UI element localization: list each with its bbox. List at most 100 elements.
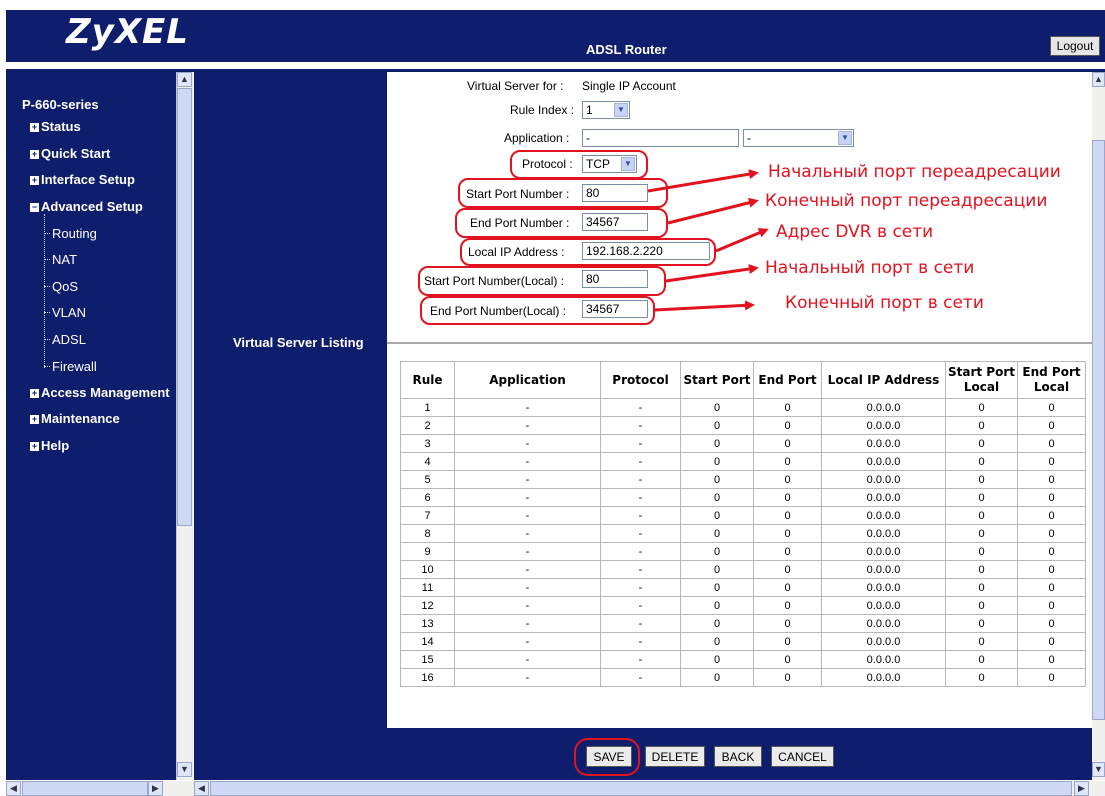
table-row: 5- -0 0 0.0.0.0 0 0 [400, 470, 1086, 489]
left-vertical-scrollbar[interactable]: ▲ ▼ [176, 72, 194, 780]
table-cell: 0 [753, 398, 822, 417]
table-cell: 10 [400, 560, 455, 579]
nav-item-status[interactable]: + Status [30, 119, 81, 134]
table-cell: 14 [400, 632, 455, 651]
table-cell: - [454, 416, 601, 435]
scroll-left-icon[interactable]: ◀ [194, 781, 209, 796]
table-cell: - [600, 650, 681, 669]
scroll-right-icon[interactable]: ▶ [1074, 781, 1089, 796]
col-header-protocol: Protocol [600, 361, 681, 399]
table-cell: - [600, 524, 681, 543]
table-cell: 0 [1017, 416, 1086, 435]
scroll-thumb[interactable] [210, 781, 1072, 796]
table-cell: 15 [400, 650, 455, 669]
col-header-rule: Rule [400, 361, 455, 399]
logout-button[interactable]: Logout [1050, 36, 1100, 56]
nav-subitem-adsl[interactable]: ADSL [52, 332, 86, 347]
delete-button[interactable]: DELETE [645, 746, 705, 767]
table-cell: 0 [1017, 578, 1086, 597]
table-cell: 0 [945, 434, 1018, 453]
table-cell: 0 [945, 506, 1018, 525]
table-cell: 0 [1017, 524, 1086, 543]
table-cell: 0 [680, 470, 754, 489]
save-button[interactable]: SAVE [586, 746, 632, 767]
back-button[interactable]: BACK [714, 746, 762, 767]
table-cell: 0.0.0.0 [821, 452, 946, 471]
nav-item-quick-start[interactable]: + Quick Start [30, 146, 110, 161]
cancel-button[interactable]: CANCEL [771, 746, 834, 767]
nav-subitem-routing[interactable]: Routing [52, 226, 97, 241]
table-cell: 0 [945, 452, 1018, 471]
scroll-up-icon[interactable]: ▲ [1092, 72, 1105, 87]
arrow-2 [667, 197, 759, 225]
table-cell: 0 [1017, 668, 1086, 687]
nav-item-advanced-setup[interactable]: − Advanced Setup [30, 199, 143, 214]
table-cell: - [454, 506, 601, 525]
nav-item-help[interactable]: + Help [30, 438, 69, 453]
tree-connector [44, 259, 50, 260]
nav-item-access-management[interactable]: + Access Management [30, 385, 176, 400]
right-vertical-scrollbar[interactable]: ▲ ▼ [1092, 72, 1105, 780]
table-cell: 0 [945, 668, 1018, 687]
table-cell: - [454, 542, 601, 561]
table-cell: 12 [400, 596, 455, 615]
table-row: 8- -0 0 0.0.0.0 0 0 [400, 524, 1086, 543]
table-cell: - [454, 560, 601, 579]
scroll-left-icon[interactable]: ◀ [6, 781, 21, 796]
table-cell: 0 [753, 434, 822, 453]
table-cell: 0 [680, 596, 754, 615]
table-cell: 5 [400, 470, 455, 489]
table-cell: 1 [400, 398, 455, 417]
application-input[interactable]: - [582, 129, 739, 147]
table-cell: - [454, 524, 601, 543]
table-cell: 0 [945, 578, 1018, 597]
scroll-right-icon[interactable]: ▶ [148, 781, 163, 796]
annotation-end-port-local: Конечный порт в сети [785, 293, 984, 313]
scroll-down-icon[interactable]: ▼ [1092, 762, 1105, 777]
table-cell: - [600, 434, 681, 453]
table-cell: 0 [680, 578, 754, 597]
table-row: 2- -0 0 0.0.0.0 0 0 [400, 416, 1086, 435]
right-horizontal-scrollbar[interactable]: ◀ ▶ [194, 781, 1105, 796]
table-cell: 0 [1017, 542, 1086, 561]
nav-subitem-qos[interactable]: QoS [52, 279, 78, 294]
application-select[interactable]: - ▼ [743, 129, 854, 147]
table-cell: 0 [753, 596, 822, 615]
virtual-server-for-label: Virtual Server for : [467, 79, 564, 93]
table-cell: 0 [1017, 596, 1086, 615]
table-cell: 0 [753, 506, 822, 525]
table-cell: 0.0.0.0 [821, 470, 946, 489]
page-title: ADSL Router [586, 42, 667, 57]
scroll-thumb[interactable] [1092, 140, 1105, 720]
table-cell: 0 [753, 416, 822, 435]
scroll-down-icon[interactable]: ▼ [177, 762, 192, 777]
scroll-up-icon[interactable]: ▲ [177, 72, 192, 87]
table-cell: 4 [400, 452, 455, 471]
table-cell: - [600, 398, 681, 417]
table-cell: 0 [753, 578, 822, 597]
table-cell: - [600, 416, 681, 435]
nav-item-maintenance[interactable]: + Maintenance [30, 411, 120, 426]
scroll-thumb[interactable] [22, 781, 148, 796]
scroll-thumb[interactable] [177, 88, 192, 526]
table-cell: 0.0.0.0 [821, 596, 946, 615]
zyxel-logo: ZyXEL [66, 12, 189, 52]
nav-label: Access Management [41, 385, 170, 400]
nav-subitem-nat[interactable]: NAT [52, 252, 77, 267]
table-cell: - [600, 632, 681, 651]
table-cell: 0 [1017, 506, 1086, 525]
application-select-value: - [747, 131, 751, 145]
nav-subitem-vlan[interactable]: VLAN [52, 305, 86, 320]
table-cell: 0.0.0.0 [821, 632, 946, 651]
table-row: 4- -0 0 0.0.0.0 0 0 [400, 452, 1086, 471]
nav-label: Advanced Setup [41, 199, 143, 214]
table-cell: 0 [753, 524, 822, 543]
left-horizontal-scrollbar[interactable]: ◀ ▶ [6, 781, 194, 796]
rule-index-select[interactable]: 1 ▼ [582, 101, 630, 119]
nav-item-interface-setup[interactable]: + Interface Setup [30, 172, 135, 187]
table-cell: 0 [680, 434, 754, 453]
table-cell: 0 [1017, 560, 1086, 579]
table-cell: 0 [680, 668, 754, 687]
table-cell: - [454, 614, 601, 633]
nav-subitem-firewall[interactable]: Firewall [52, 359, 97, 374]
